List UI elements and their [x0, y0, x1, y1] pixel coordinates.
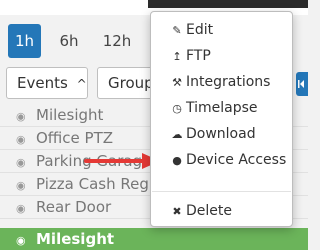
group-dropdown-label: Group [108, 74, 154, 92]
globe-icon: ● [172, 154, 182, 167]
camera-name: Rear Door [36, 198, 112, 216]
menu-item-integrations[interactable]: ⚒ Integrations [151, 70, 292, 94]
camera-icon: ◉ [16, 234, 26, 247]
camera-name: Milesight [36, 106, 104, 124]
menu-item-timelapse[interactable]: ◷ Timelapse [151, 96, 292, 120]
menu-item-download[interactable]: ☁ Download [151, 122, 292, 146]
menu-item-label: Download [186, 126, 256, 142]
events-dropdown-label: Events [17, 74, 68, 92]
camera-icon: ◉ [16, 133, 26, 146]
camera-icon: ◉ [16, 156, 26, 169]
camera-icon: ◉ [16, 110, 26, 123]
range-1h-button[interactable]: 1h [8, 24, 41, 58]
context-menu: ✎ Edit ↥ FTP ⚒ Integrations ◷ Timelapse ☁ Dow… [150, 11, 293, 227]
top-dark-strip [148, 0, 308, 8]
cloud-download-icon: ☁ [171, 128, 183, 141]
camera-name: Milesight [36, 230, 115, 248]
menu-item-label: Integrations [186, 74, 271, 90]
menu-item-device-access[interactable]: ● Device Access [151, 148, 292, 172]
range-12h-button[interactable]: 12h [97, 24, 137, 58]
menu-item-ftp[interactable]: ↥ FTP [151, 44, 292, 68]
range-6h-button[interactable]: 6h [52, 24, 86, 58]
pencil-icon: ✎ [172, 24, 182, 37]
events-dropdown[interactable]: Events ^ [6, 67, 88, 99]
camera-icon: ◉ [16, 179, 26, 192]
timelapse-icon: ◷ [172, 102, 182, 115]
menu-item-delete[interactable]: ✖ Delete [151, 199, 292, 223]
upload-icon: ↥ [172, 50, 182, 63]
skip-back-icon [298, 80, 304, 88]
menu-item-edit[interactable]: ✎ Edit [151, 18, 292, 42]
menu-item-label: FTP [186, 48, 211, 64]
camera-icon: ◉ [16, 202, 26, 215]
chevron-up-icon: ^ [76, 77, 87, 91]
close-icon: ✖ [172, 205, 182, 218]
camera-name: Office PTZ [36, 129, 114, 147]
menu-item-label: Device Access [186, 152, 287, 168]
menu-item-label: Edit [186, 22, 214, 38]
menu-item-label: Timelapse [186, 100, 258, 116]
menu-divider [152, 191, 291, 192]
wrench-icon: ⚒ [172, 76, 182, 89]
camera-item-selected[interactable]: ◉ Milesight [0, 228, 308, 250]
panel-toggle-tab[interactable] [296, 72, 308, 96]
menu-item-label: Delete [186, 203, 232, 219]
